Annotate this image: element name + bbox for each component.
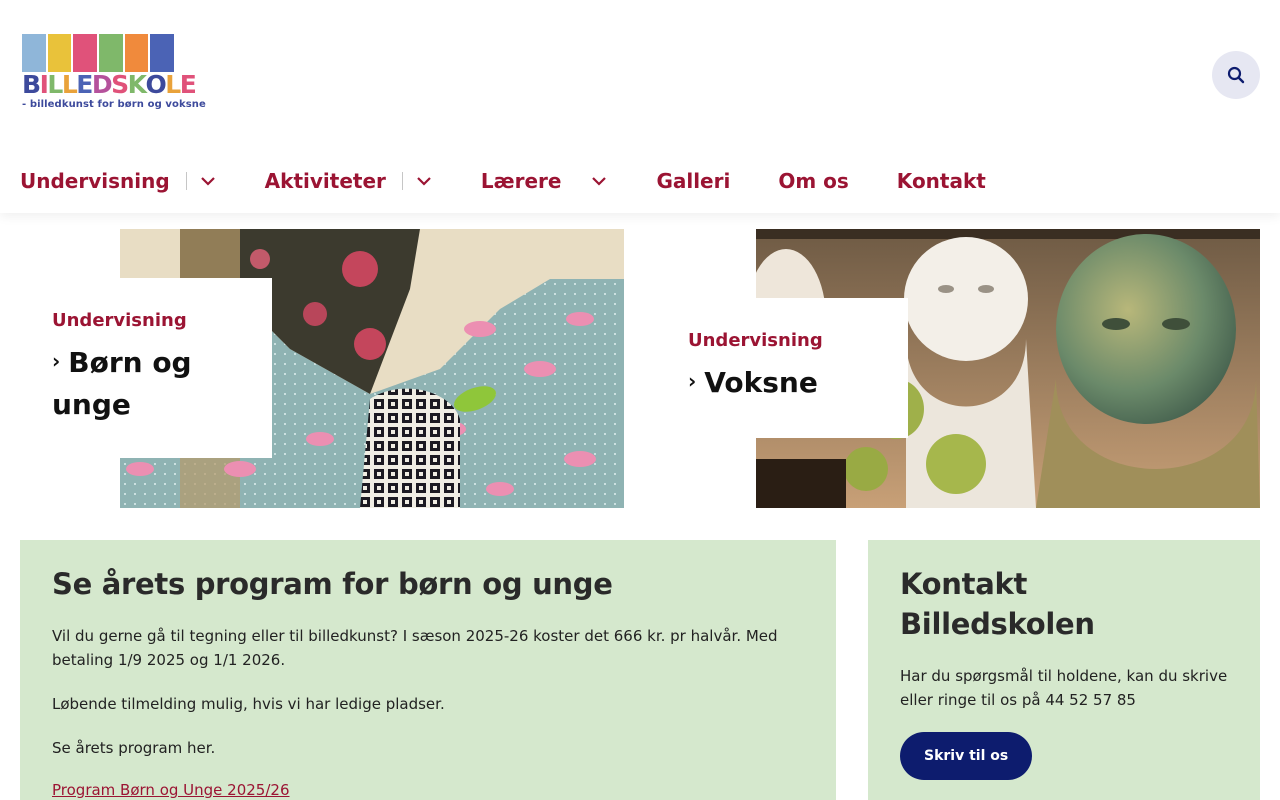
- program-box: Se årets program for børn og unge Vil du…: [20, 540, 836, 800]
- program-signup: Løbende tilmelding mulig, hvis vi har le…: [52, 695, 445, 713]
- nav-label: Lærere: [480, 169, 562, 193]
- contact-title: Kontakt Billedskolen: [900, 567, 1095, 641]
- logo-letter-blocks: [22, 34, 176, 72]
- contact-text: Har du spørgsmål til holdene, kan du skr…: [900, 667, 1228, 709]
- nav-label: Undervisning: [20, 169, 170, 193]
- hero-card-boern-og-unge[interactable]: Undervisning › Børn og unge: [20, 229, 624, 508]
- nav-divider: [577, 172, 578, 190]
- search-icon: [1227, 66, 1245, 84]
- logo-wordmark: BILLEDSKOLE: [22, 70, 197, 99]
- nav-item-laerere[interactable]: Lærere: [481, 169, 609, 193]
- hero-title[interactable]: › Børn og unge: [52, 343, 240, 425]
- nav-item-om-os[interactable]: Om os: [778, 169, 848, 193]
- nav-item-undervisning[interactable]: Undervisning: [20, 169, 217, 193]
- hero-label-voksne: Undervisning › Voksne: [656, 298, 908, 438]
- nav-item-kontakt[interactable]: Kontakt: [897, 169, 986, 193]
- contact-box: Kontakt Billedskolen Har du spørgsmål ti…: [868, 540, 1260, 800]
- nav-label: Galleri: [656, 169, 731, 193]
- write-to-us-button[interactable]: Skriv til os: [900, 732, 1033, 780]
- hero-title[interactable]: › Voksne: [688, 363, 876, 405]
- program-intro: Vil du gerne gå til tegning eller til bi…: [52, 627, 778, 669]
- nav-item-galleri[interactable]: Galleri: [656, 169, 730, 193]
- hero-card-voksne[interactable]: Undervisning › Voksne: [656, 229, 1260, 508]
- nav-divider: [401, 172, 403, 190]
- program-link[interactable]: Program Børn og Unge 2025/26: [52, 781, 290, 799]
- chevron-down-icon[interactable]: [200, 173, 217, 189]
- nav-label: Kontakt: [896, 169, 986, 193]
- chevron-right-icon: ›: [52, 349, 61, 373]
- hero-kicker: Undervisning: [52, 310, 187, 331]
- main-nav: Undervisning Aktiviteter Lærere Galleri …: [20, 164, 1034, 198]
- hero-label-boern: Undervisning › Børn og unge: [20, 278, 272, 458]
- nav-label: Om os: [778, 169, 849, 193]
- site-logo[interactable]: BILLEDSKOLE - billedkunst for børn og vo…: [20, 34, 206, 112]
- site-header: BILLEDSKOLE - billedkunst for børn og vo…: [0, 0, 1280, 213]
- nav-label: Aktiviteter: [264, 169, 386, 193]
- chevron-down-icon[interactable]: [417, 173, 433, 189]
- program-see: Se årets program her.: [52, 739, 216, 757]
- hero-kicker: Undervisning: [688, 330, 823, 351]
- nav-item-aktiviteter[interactable]: Aktiviteter: [265, 169, 433, 193]
- nav-divider: [185, 172, 187, 190]
- chevron-right-icon: ›: [688, 369, 697, 393]
- program-title: Se årets program for børn og unge: [52, 567, 613, 601]
- chevron-down-icon[interactable]: [592, 173, 608, 189]
- logo-tagline: - billedkunst for børn og voksne: [22, 99, 206, 110]
- search-button[interactable]: [1212, 51, 1260, 99]
